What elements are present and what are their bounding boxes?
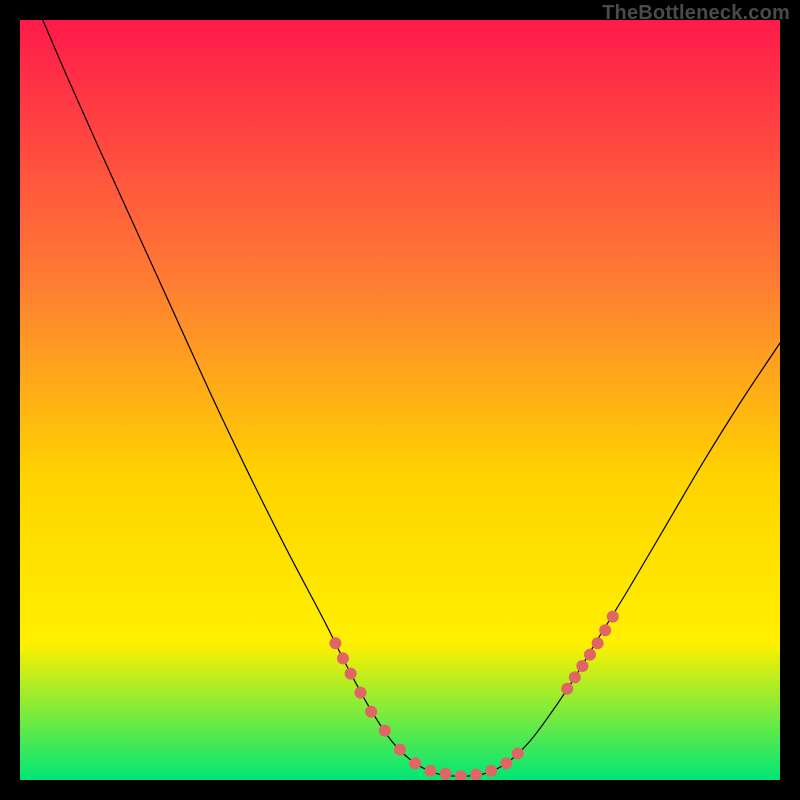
gradient-background [20,20,780,780]
data-marker [345,668,357,680]
chart-frame: TheBottleneck.com [0,0,800,800]
data-marker [569,671,581,683]
data-marker [599,624,611,636]
data-marker [354,687,366,699]
data-marker [337,652,349,664]
bottleneck-curve-chart [20,20,780,780]
data-marker [440,768,452,780]
data-marker [329,637,341,649]
data-marker [576,660,588,672]
data-marker [424,765,436,777]
data-marker [365,706,377,718]
watermark-text: TheBottleneck.com [602,2,790,25]
plot-area [20,20,780,780]
data-marker [409,757,421,769]
data-marker [584,649,596,661]
data-marker [592,637,604,649]
data-marker [500,757,512,769]
data-marker [607,611,619,623]
data-marker [561,683,573,695]
data-marker [379,725,391,737]
data-marker [512,747,524,759]
data-marker [485,765,497,777]
data-marker [394,744,406,756]
